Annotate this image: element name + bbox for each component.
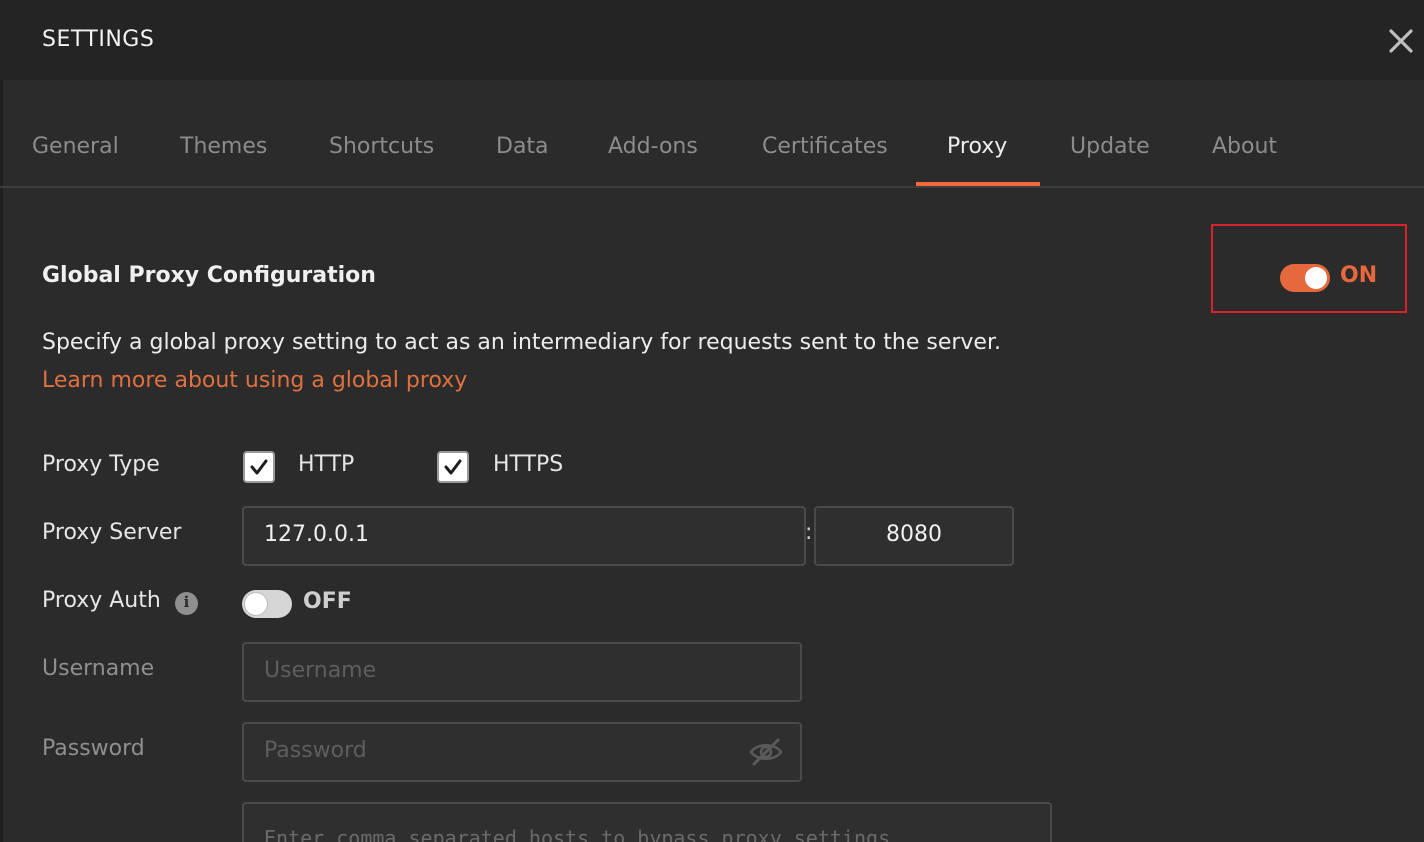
http-checkbox[interactable] [243,451,275,483]
tab-certificates[interactable]: Certificates [762,134,888,159]
bypass-hosts-textarea[interactable]: Enter comma separated hosts to bypass pr… [242,802,1052,842]
tab-add-ons[interactable]: Add-ons [608,134,698,159]
close-icon[interactable] [1384,24,1418,58]
eye-slash-icon[interactable] [748,736,784,768]
proxy-type-label: Proxy Type [42,452,160,477]
username-placeholder: Username [264,658,377,683]
bypass-placeholder: Enter comma separated hosts to bypass pr… [264,826,891,842]
tab-data[interactable]: Data [496,134,549,159]
password-input[interactable]: Password [242,722,802,782]
tab-themes[interactable]: Themes [180,134,267,159]
global-proxy-toggle-label: ON [1340,263,1378,288]
dialog-title: SETTINGS [42,27,155,52]
username-label: Username [42,656,155,681]
tab-proxy[interactable]: Proxy [947,134,1007,159]
password-placeholder: Password [264,738,367,763]
left-border [0,80,3,842]
proxy-host-value: 127.0.0.1 [264,522,369,547]
toggle-knob [245,593,267,615]
tab-about[interactable]: About [1212,134,1277,159]
settings-dialog: SETTINGS General Themes Shortcuts Data A… [0,0,1424,842]
info-icon-glyph: i [183,593,190,611]
tab-shortcuts[interactable]: Shortcuts [329,134,434,159]
tab-update[interactable]: Update [1070,134,1150,159]
tabs-divider [0,186,1424,188]
checkmark-icon [444,459,462,475]
dialog-header: SETTINGS [0,0,1424,80]
learn-more-link[interactable]: Learn more about using a global proxy [42,368,467,393]
proxy-host-input[interactable]: 127.0.0.1 [242,506,806,566]
proxy-port-input[interactable]: 8080 [814,506,1014,566]
proxy-server-label: Proxy Server [42,520,182,545]
https-checkbox[interactable] [437,451,469,483]
proxy-description: Specify a global proxy setting to act as… [42,330,1001,355]
http-label: HTTP [298,452,355,477]
username-input[interactable]: Username [242,642,802,702]
proxy-port-value: 8080 [886,522,942,547]
proxy-auth-label: Proxy Auth [42,588,161,613]
password-label: Password [42,736,145,761]
tab-general[interactable]: General [32,134,119,159]
section-title: Global Proxy Configuration [42,263,376,288]
global-proxy-toggle[interactable] [1280,264,1330,292]
host-port-separator: : [805,520,813,545]
proxy-auth-toggle-label: OFF [303,589,352,614]
checkmark-icon [250,459,268,475]
info-icon[interactable]: i [175,592,198,615]
toggle-knob [1305,267,1327,289]
https-label: HTTPS [493,452,564,477]
proxy-auth-toggle[interactable] [242,590,292,618]
settings-tabs: General Themes Shortcuts Data Add-ons Ce… [0,80,1424,187]
